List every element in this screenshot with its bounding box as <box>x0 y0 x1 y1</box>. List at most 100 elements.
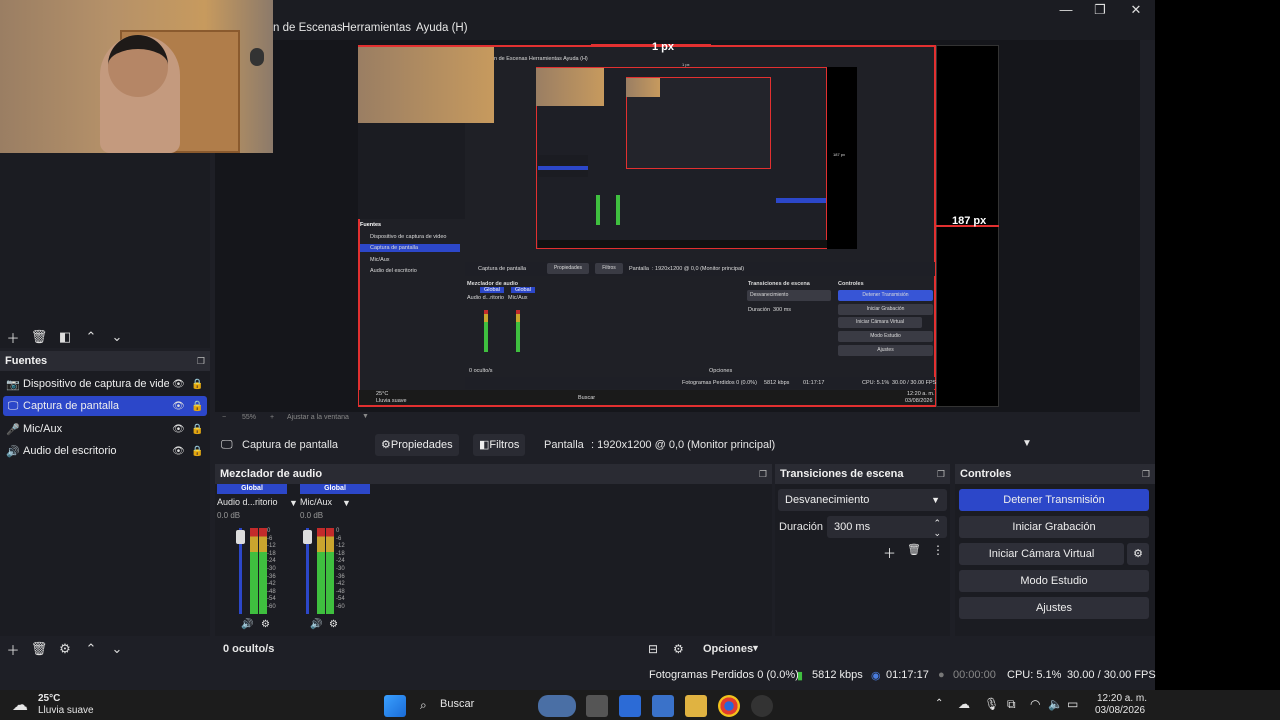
microphone-icon[interactable]: 🎙 <box>984 697 999 711</box>
channel-name[interactable]: Audio d...ritorio <box>217 497 287 507</box>
layout-icon[interactable]: ⊟ <box>648 642 658 656</box>
close-button[interactable]: ✕ <box>1119 2 1153 18</box>
filter-icon[interactable]: ◧ <box>52 326 78 348</box>
menu-help[interactable]: Ayuda (H) <box>416 22 468 34</box>
clock-date[interactable]: 03/08/2026 <box>1095 705 1145 716</box>
chevron-down-icon[interactable]: ▼ <box>342 498 351 508</box>
source-item-desktop-audio[interactable]: 🔊 Audio del escritorio 👁 🔒 <box>3 441 207 461</box>
battery-icon[interactable]: ▭ <box>1067 697 1078 711</box>
chevron-down-icon[interactable]: ⌄ <box>933 522 941 544</box>
nested-duration: Duración <box>748 307 771 313</box>
advanced-settings-icon[interactable]: ⚙ <box>673 642 684 656</box>
maximize-button[interactable]: ❐ <box>1083 2 1117 18</box>
channel-name[interactable]: Mic/Aux <box>300 497 370 507</box>
lock-icon[interactable]: 🔒 <box>188 424 207 435</box>
transition-value: Desvanecimiento <box>785 494 870 506</box>
chevron-up-icon[interactable]: ⌃ <box>935 698 943 709</box>
options-button[interactable]: Opciones <box>703 643 753 655</box>
stop-streaming-button[interactable]: Detener Transmisión <box>959 489 1149 511</box>
source-label: Mic/Aux <box>23 423 63 435</box>
undock-icon[interactable]: ❐ <box>937 464 945 484</box>
store-icon[interactable] <box>619 695 641 717</box>
down-arrow-icon[interactable]: ⌄ <box>104 326 130 348</box>
obs-icon[interactable] <box>751 695 773 717</box>
screen-select[interactable]: : 1920x1200 @ 0,0 (Monitor principal) <box>591 439 775 451</box>
gear-icon[interactable]: ⚙ <box>52 638 78 660</box>
nested-temp: 25°C <box>376 391 389 397</box>
down-arrow-icon[interactable]: ⌄ <box>104 638 130 660</box>
undock-icon[interactable]: ❐ <box>1142 464 1150 484</box>
up-arrow-icon[interactable]: ⌃ <box>78 326 104 348</box>
zoom-in-button[interactable]: + <box>270 414 274 421</box>
weather-desc[interactable]: Lluvia suave <box>38 705 94 716</box>
lock-icon[interactable]: 🔒 <box>188 379 207 390</box>
virtual-camera-settings-button[interactable]: ⚙ <box>1127 543 1149 565</box>
trash-icon[interactable]: 🗑 <box>907 543 921 556</box>
weather-icon[interactable]: ☁ <box>12 695 28 715</box>
search-icon[interactable]: ⌕ <box>420 698 427 713</box>
search-highlight-icon[interactable] <box>538 695 576 717</box>
duration-value: 300 ms <box>834 521 871 533</box>
zoom-dropdown-icon[interactable]: ▼ <box>362 413 369 420</box>
properties-button[interactable]: ⚙Propiedades <box>375 434 459 456</box>
add-icon[interactable]: ＋ <box>0 326 26 348</box>
folder-icon[interactable] <box>685 695 707 717</box>
lock-icon[interactable]: 🔒 <box>188 401 207 412</box>
up-arrow-icon[interactable]: ⌃ <box>78 638 104 660</box>
transition-select[interactable]: Desvanecimiento ▼ <box>778 489 947 511</box>
chevron-down-icon[interactable]: ▼ <box>751 643 760 653</box>
add-icon[interactable]: ＋ <box>0 638 26 660</box>
undock-icon[interactable]: ❐ <box>197 351 205 371</box>
zoom-out-button[interactable]: − <box>222 414 226 421</box>
lock-icon[interactable]: 🔒 <box>188 446 207 457</box>
settings-button[interactable]: Ajustes <box>959 597 1149 619</box>
fader-knob[interactable] <box>236 530 245 544</box>
add-icon[interactable]: ＋ <box>883 543 896 562</box>
settings-icon[interactable]: ⚙ <box>329 619 338 630</box>
display-icon[interactable]: ⧉ <box>1007 697 1016 712</box>
chevron-down-icon[interactable]: ▼ <box>931 489 940 511</box>
nested-global-1: Global <box>480 287 504 293</box>
speaker-icon[interactable]: 🔊 <box>310 619 322 630</box>
zoom-fit-button[interactable]: Ajustar a la ventana <box>287 414 349 421</box>
eye-icon[interactable]: 👁 <box>169 446 188 457</box>
source-item-screen-capture[interactable]: 🖵 Captura de pantalla 👁 🔒 <box>3 396 207 416</box>
settings-icon[interactable]: ⚙ <box>261 619 270 630</box>
clock-time[interactable]: 12:20 a. m. <box>1097 693 1147 704</box>
menu-scenes[interactable]: n de Escenas <box>273 22 343 34</box>
cloud-icon[interactable]: ☁ <box>958 697 970 711</box>
chevron-down-icon[interactable]: ▼ <box>289 498 298 508</box>
studio-mode-button[interactable]: Modo Estudio <box>959 570 1149 592</box>
source-item-video-capture[interactable]: 📷 Dispositivo de captura de video 👁 🔒 <box>3 374 207 394</box>
trash-icon[interactable]: 🗑 <box>26 326 52 348</box>
speaker-icon[interactable]: 🔊 <box>241 619 253 630</box>
filters-button[interactable]: ◧Filtros <box>473 434 526 456</box>
calculator-icon[interactable] <box>652 695 674 717</box>
nested-studio: Modo Estudio <box>838 331 933 342</box>
volume-icon[interactable]: 🔈 <box>1048 697 1063 711</box>
scenes-list[interactable] <box>0 153 210 348</box>
source-item-mic[interactable]: 🎤 Mic/Aux 👁 🔒 <box>3 419 207 439</box>
duration-input[interactable]: 300 ms ⌃ ⌄ <box>827 516 947 538</box>
taskbar-search[interactable]: Buscar <box>440 698 474 710</box>
menu-tools[interactable]: Herramientas <box>342 22 411 34</box>
task-view-icon[interactable] <box>586 695 608 717</box>
more-icon[interactable]: ⋮ <box>932 543 944 557</box>
trash-icon[interactable]: 🗑 <box>26 638 52 660</box>
source-label: Dispositivo de captura de video <box>23 378 169 390</box>
start-virtual-camera-button[interactable]: Iniciar Cámara Virtual <box>959 543 1124 565</box>
start-recording-button[interactable]: Iniciar Grabación <box>959 516 1149 538</box>
fader-knob[interactable] <box>303 530 312 544</box>
chevron-down-icon[interactable]: ▼ <box>1022 438 1032 449</box>
weather-temp[interactable]: 25°C <box>38 693 60 704</box>
start-icon[interactable] <box>384 695 406 717</box>
nested-transitions-title: Transiciones de escena <box>748 281 810 287</box>
nested-stop: Detener Transmisión <box>838 290 933 301</box>
undock-icon[interactable]: ❐ <box>759 464 767 484</box>
chrome-icon[interactable] <box>718 695 740 717</box>
minimize-button[interactable]: — <box>1049 2 1083 18</box>
eye-icon[interactable]: 👁 <box>169 379 188 390</box>
eye-icon[interactable]: 👁 <box>169 401 188 412</box>
eye-icon[interactable]: 👁 <box>169 424 188 435</box>
wifi-icon[interactable]: ◠ <box>1030 697 1040 711</box>
